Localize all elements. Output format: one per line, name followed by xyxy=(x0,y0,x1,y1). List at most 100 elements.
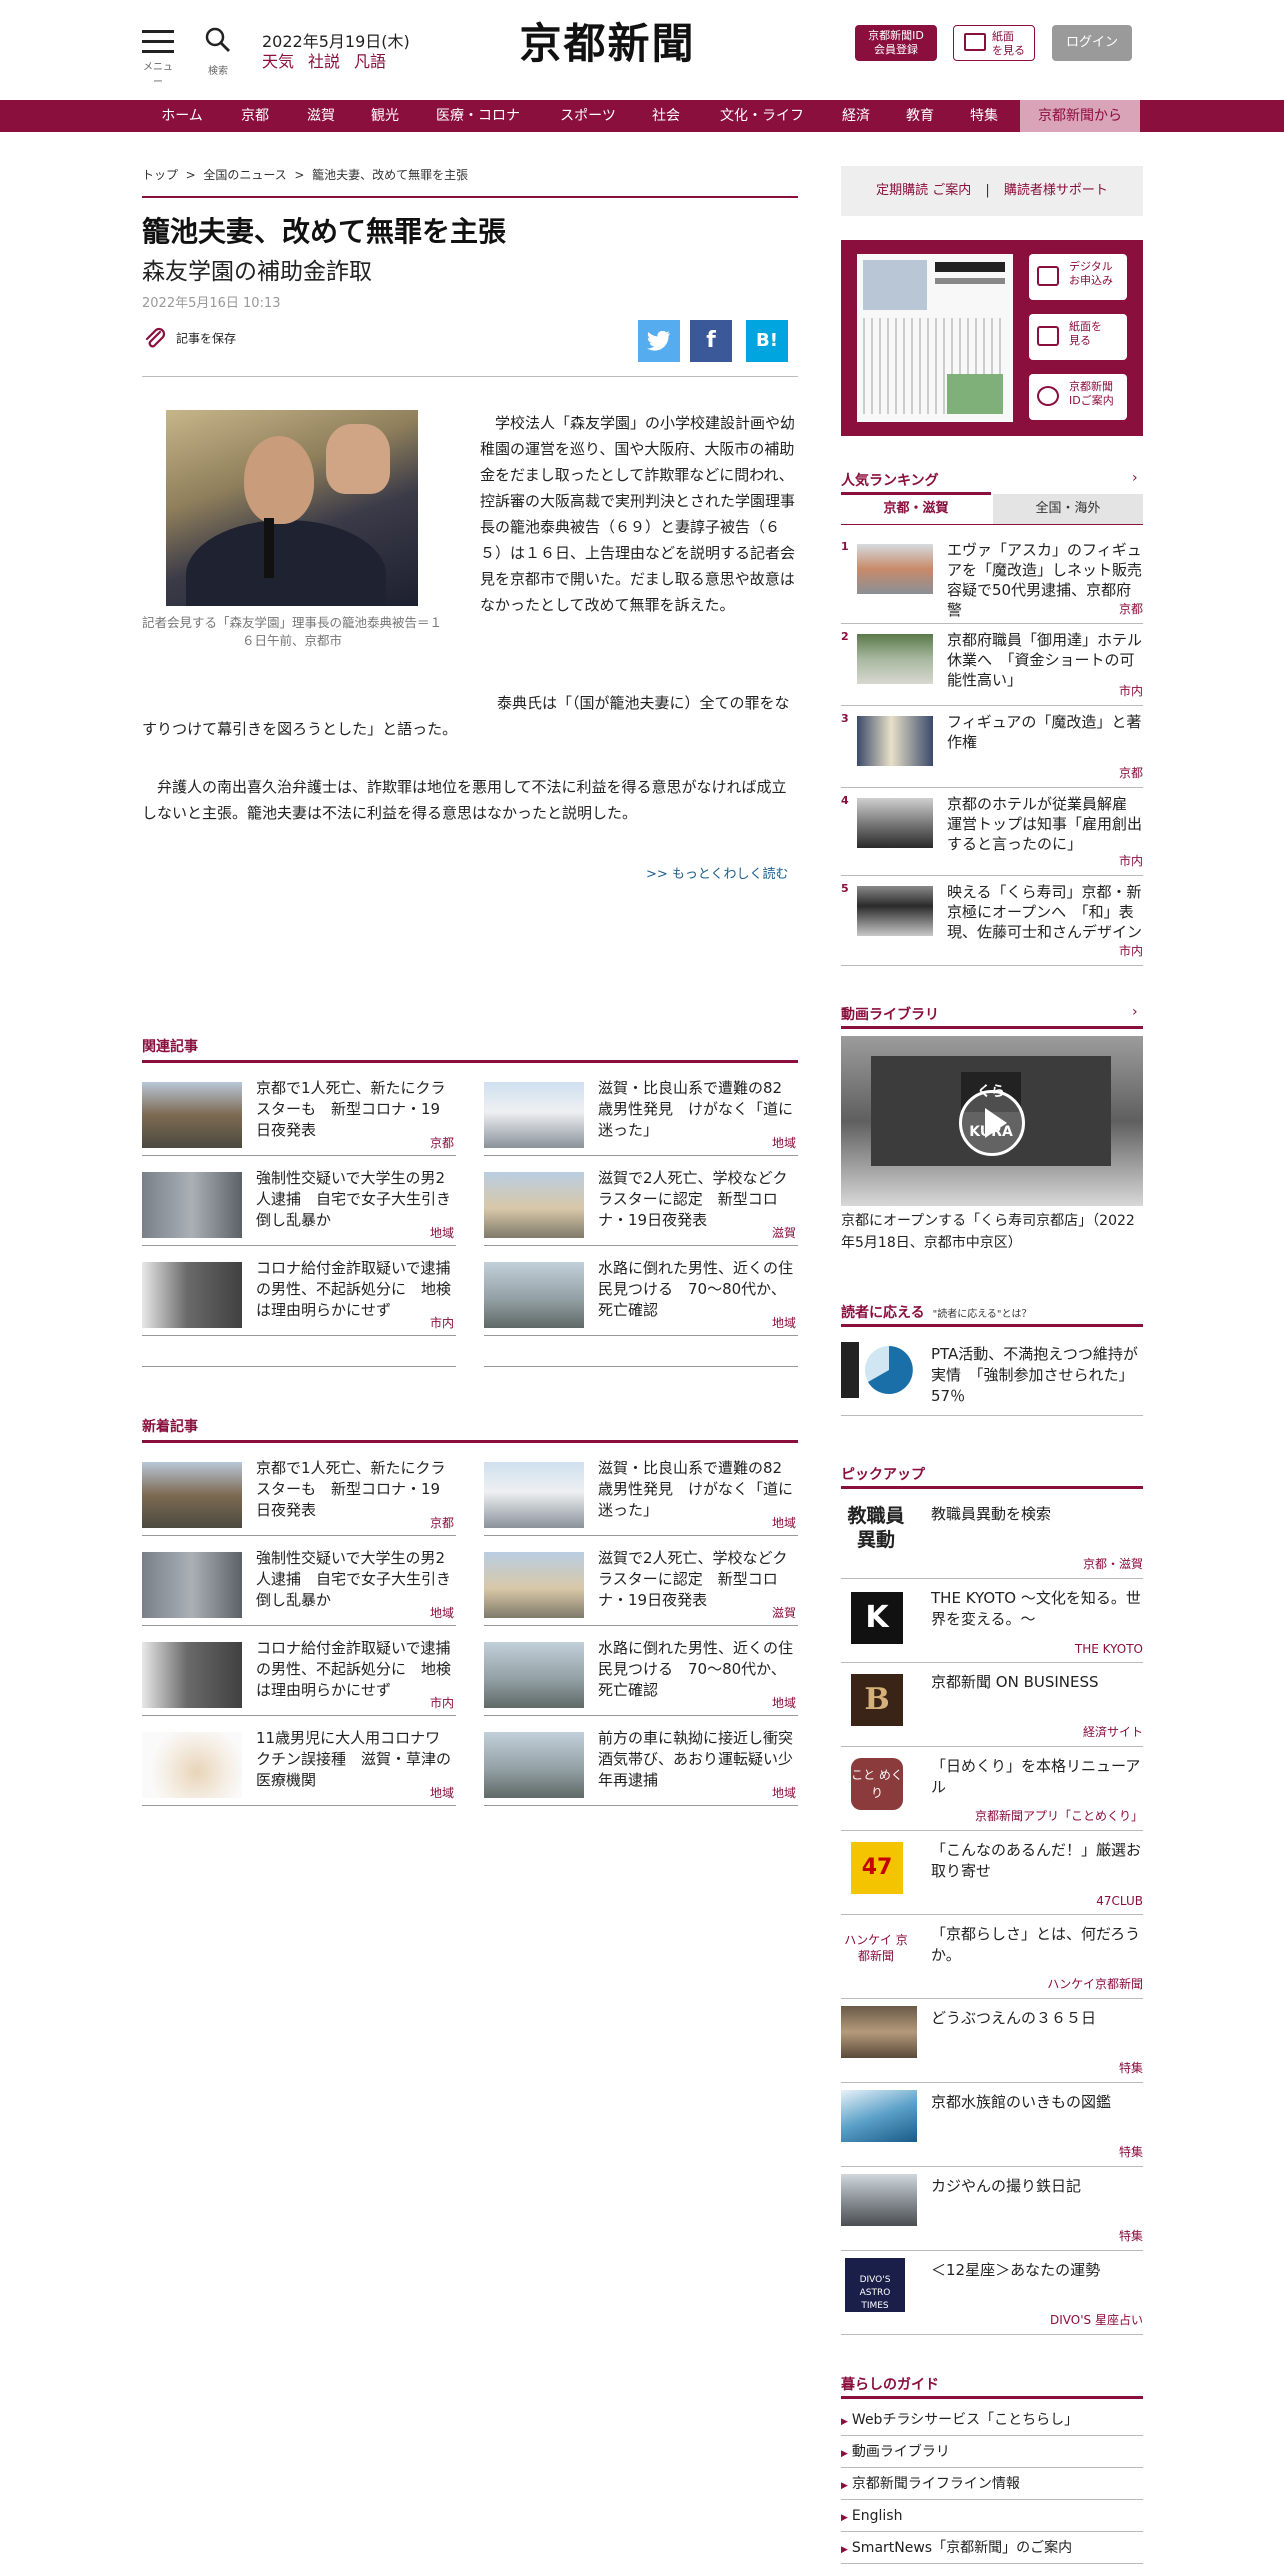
subscription-info-link[interactable]: 定期購読 ご案内 xyxy=(876,183,971,198)
47club-logo: 47 xyxy=(851,1842,903,1894)
breadcrumb-top[interactable]: トップ xyxy=(142,168,178,182)
zoo-thumbnail xyxy=(841,2006,917,2058)
pickup-item[interactable]: カジやんの撮り鉄日記 特集 xyxy=(841,2168,1143,2251)
pickup-item[interactable]: ハンケイ 京都新聞 「京都らしさ」とは、何だろうか。 ハンケイ京都新聞 xyxy=(841,1916,1143,1999)
pickup-item[interactable]: DIVO'S ASTRO TIMES ＜12星座＞あなたの運勢 DIVO'S 星座… xyxy=(841,2252,1143,2335)
digital-subscribe-button[interactable]: デジタル お申込み xyxy=(1029,254,1127,300)
related-card[interactable]: 強制性交疑いで大学生の男2人逮捕 自宅で女子大生引き倒し乱暴か 地域 xyxy=(142,1164,456,1246)
twitter-icon xyxy=(647,330,670,351)
pickup-item[interactable]: B 京都新聞 ON BUSINESS 経済サイト xyxy=(841,1664,1143,1747)
related-card[interactable]: コロナ給付金詐取疑いで逮捕の男性、不起訴処分に 地検は理由明らかにせず 市内 xyxy=(142,1254,456,1336)
title-rule xyxy=(142,196,798,198)
video-player[interactable]: くら KURA xyxy=(841,1036,1143,1206)
pickup-item[interactable]: 教職員異動 教職員異動を検索 京都・滋賀 xyxy=(841,1496,1143,1579)
reader-about-link[interactable]: "読者に応える"とは？ xyxy=(933,1309,1032,1320)
search-label: 検索 xyxy=(208,66,228,77)
nav-sports[interactable]: スポーツ xyxy=(548,100,628,132)
login-button[interactable]: ログイン xyxy=(1052,25,1132,61)
editorial-link[interactable]: 社説 xyxy=(308,52,340,71)
pickup-item[interactable]: K THE KYOTO ～文化を知る。世界を変える。～ THE KYOTO xyxy=(841,1580,1143,1663)
ranking-item[interactable]: 2 京都府職員「御用達」ホテル休業へ 「資金ショートの可能性高い」 市内 xyxy=(841,626,1143,706)
nav-economy[interactable]: 経済 xyxy=(830,100,882,132)
nav-features[interactable]: 特集 xyxy=(958,100,1010,132)
guide-link[interactable]: ▶ English xyxy=(841,2500,1143,2532)
twitter-share-button[interactable] xyxy=(638,320,680,362)
facebook-share-button[interactable]: f xyxy=(690,320,732,362)
view-paper-sidebar-button[interactable]: 紙面を 見る xyxy=(1029,314,1127,360)
related-card[interactable]: 水路に倒れた男性、近くの住民見つける 70～80代か、死亡確認 地域 xyxy=(484,1254,798,1336)
nav-kyoto[interactable]: 京都 xyxy=(226,100,284,132)
subscriber-support-link[interactable]: 購読者様サポート xyxy=(1004,183,1108,198)
latest-card[interactable]: 京都で1人死亡、新たにクラスターも 新型コロナ・19日夜発表 京都 xyxy=(142,1454,456,1536)
weather-link[interactable]: 天気 xyxy=(262,52,294,71)
guide-link[interactable]: ▶ 京都新聞ライフライン情報 xyxy=(841,2468,1143,2500)
tab-kyoto-shiga[interactable]: 京都・滋賀 xyxy=(841,494,991,524)
screen-icon xyxy=(1037,266,1059,286)
tab-national-world[interactable]: 全国・海外 xyxy=(993,494,1143,524)
search-button[interactable]: 検索 xyxy=(200,26,236,77)
article-thumbnail xyxy=(142,1172,242,1238)
article-paragraph-2: 泰典氏は「（国が籠池夫妻に）全ての罪をなすりつけて幕引きを図ろうとした」と語った… xyxy=(142,694,790,738)
nav-medical[interactable]: 医療・コロナ xyxy=(426,100,530,132)
nav-shiga[interactable]: 滋賀 xyxy=(292,100,350,132)
latest-card[interactable]: 滋賀で2人死亡、学校などクラスターに認定 新型コロナ・19日夜発表 滋賀 xyxy=(484,1544,798,1626)
related-card[interactable]: 京都で1人死亡、新たにクラスターも 新型コロナ・19日夜発表 京都 xyxy=(142,1074,456,1156)
guide-link[interactable]: ▶ 動画ライブラリ xyxy=(841,2436,1143,2468)
view-paper-button[interactable]: 紙面 を見る xyxy=(953,25,1035,61)
nav-tourism[interactable]: 観光 xyxy=(356,100,414,132)
latest-card[interactable]: 前方の車に執拗に接近し衝突 酒気帯び、あおり運転疑い少年再逮捕 地域 xyxy=(484,1724,808,1806)
article-timestamp: 2022年5月16日 10:13 xyxy=(142,296,281,311)
guide-link[interactable]: ▶ SmartNews「京都新聞」のご案内 xyxy=(841,2532,1143,2564)
latest-card[interactable]: 強制性交疑いで大学生の男2人逮捕 自宅で女子大生引き倒し乱暴か 地域 xyxy=(142,1544,456,1626)
pickup-title: ピックアップ xyxy=(841,1467,925,1483)
save-article-button[interactable]: 記事を保存 xyxy=(142,326,236,352)
triangle-right-icon: ▶ xyxy=(841,2481,848,2491)
related-title: 関連記事 xyxy=(142,1039,198,1055)
related-rule xyxy=(142,1060,798,1063)
site-logo[interactable]: 京都新聞 xyxy=(505,16,710,72)
nav-education[interactable]: 教育 xyxy=(894,100,946,132)
ranking-item[interactable]: 1 エヴァ「アスカ」のフィギュアを「魔改造」しネット販売 容疑で50代男逮捕、京… xyxy=(841,536,1157,624)
newspaper-icon xyxy=(964,33,986,51)
hamburger-icon xyxy=(142,30,174,33)
latest-card[interactable]: 11歳男児に大人用コロナワクチン誤接種 滋賀・草津の医療機関 地域 xyxy=(142,1724,456,1806)
related-card[interactable]: 滋賀・比良山系で遭難の82歳男性発見 けがなく「道に迷った」 地域 xyxy=(484,1074,798,1156)
life-guide-title: 暮らしのガイド xyxy=(841,2377,939,2393)
triangle-right-icon: ▶ xyxy=(841,2545,848,2555)
nav-from-kyoto-np[interactable]: 京都新聞から xyxy=(1020,100,1140,132)
latest-card[interactable]: 滋賀・比良山系で遭難の82歳男性発見 けがなく「道に迷った」 地域 xyxy=(484,1454,798,1536)
article-title: 籠池夫妻、改めて無罪を主張 xyxy=(142,215,507,248)
latest-card[interactable]: コロナ給付金詐取疑いで逮捕の男性、不起訴処分に 地検は理由明らかにせず 市内 xyxy=(142,1634,456,1716)
guide-link[interactable]: ▶ Webチラシサービス「ことちらし」 xyxy=(841,2404,1143,2436)
on-business-logo: B xyxy=(851,1674,903,1726)
staff-transfer-logo: 教職員異動 xyxy=(847,1505,905,1551)
pickup-item[interactable]: こと めくり 「日めくり」を本格リニューアル 京都新聞アプリ「ことめくり」 xyxy=(841,1748,1143,1831)
newspaper-cover-image[interactable] xyxy=(857,254,1013,422)
menu-button[interactable]: メニュー xyxy=(140,30,176,88)
breadcrumb-national[interactable]: 全国のニュース xyxy=(203,168,286,182)
nav-society[interactable]: 社会 xyxy=(640,100,692,132)
play-icon xyxy=(985,1108,1007,1138)
related-card[interactable]: 滋賀で2人死亡、学校などクラスターに認定 新型コロナ・19日夜発表 滋賀 xyxy=(484,1164,798,1246)
id-register-button[interactable]: 京都新聞ID 会員登録 xyxy=(855,25,937,61)
main-nav: ホーム 京都 滋賀 観光 医療・コロナ スポーツ 社会 文化・ライフ 経済 教育… xyxy=(0,100,1284,132)
pickup-item[interactable]: どうぶつえんの３６５日 特集 xyxy=(841,2000,1143,2083)
read-more-link[interactable]: >> もっとくわしく読む xyxy=(646,863,789,882)
pickup-item[interactable]: 47 「こんなのあるんだ！」厳選お取り寄せ 47CLUB xyxy=(841,1832,1143,1915)
latest-card[interactable]: 水路に倒れた男性、近くの住民見つける 70～80代か、死亡確認 地域 xyxy=(484,1634,798,1716)
nav-home[interactable]: ホーム xyxy=(148,100,216,132)
hatena-share-button[interactable]: B! xyxy=(746,320,788,362)
triangle-right-icon: ▶ xyxy=(841,2449,848,2459)
id-guide-button[interactable]: 京都新聞 IDご案内 xyxy=(1029,374,1127,420)
ranking-more-link[interactable]: › xyxy=(1132,470,1138,486)
column-link[interactable]: 凡語 xyxy=(354,52,386,71)
reader-item[interactable]: PTA活動、不満抱えつつ維持が実情 「強制参加させられた」57％ xyxy=(841,1336,1143,1416)
aquarium-thumbnail xyxy=(841,2090,917,2142)
ranking-item[interactable]: 5 映える「くら寿司」京都・新京極にオープンへ 「和」表現、佐藤可士和さんデザイ… xyxy=(841,878,1143,966)
ranking-item[interactable]: 4 京都のホテルが従業員解雇 運営トップは知事「雇用創出すると言ったのに」 市内 xyxy=(841,790,1143,876)
ranking-item[interactable]: 3 フィギュアの「魔改造」と著作権 京都 xyxy=(841,708,1143,788)
pickup-item[interactable]: 京都水族館のいきもの図鑑 特集 xyxy=(841,2084,1143,2167)
article-photo[interactable] xyxy=(166,410,418,606)
nav-culture[interactable]: 文化・ライフ xyxy=(710,100,814,132)
video-more-link[interactable]: › xyxy=(1132,1004,1138,1020)
